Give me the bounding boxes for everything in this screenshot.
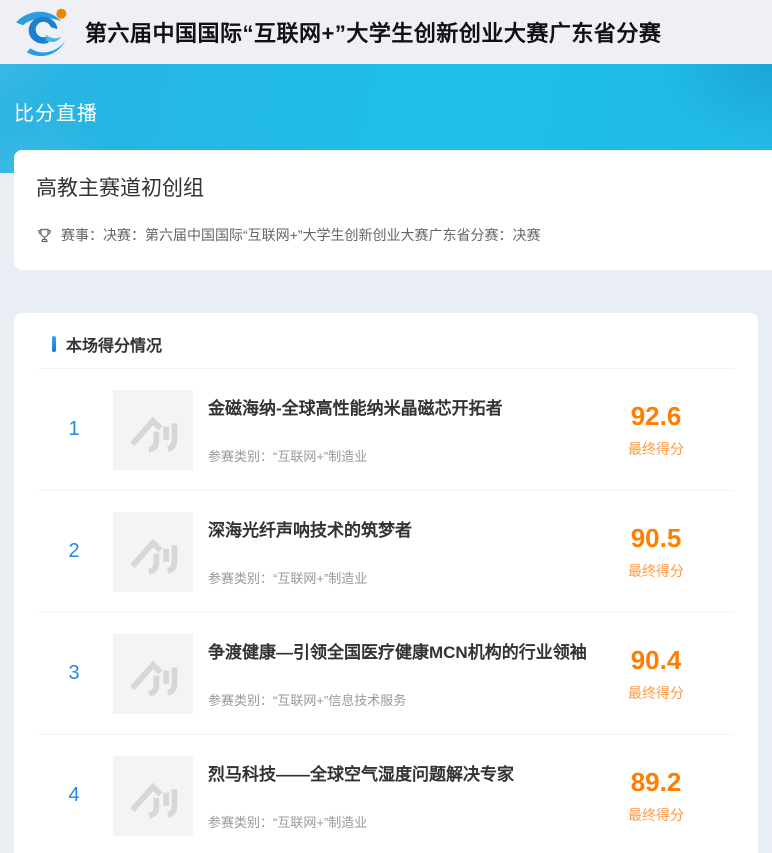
team-info: 金磁海纳-全球高性能纳米晶磁芯开拓者 参赛类别：“互联网+”制造业 (208, 390, 606, 469)
section-accent-bar (52, 336, 56, 352)
rank-number: 4 (52, 784, 96, 807)
team-category: 参赛类别：“互联网+”制造业 (208, 446, 606, 465)
team-placeholder-image (113, 390, 193, 470)
score-card: 本场得分情况 1 金磁海纳-全球高性能纳米晶磁芯开拓者 参赛类别：“互联网+”制… (14, 313, 758, 853)
team-category: 参赛类别：“互联网+”制造业 (208, 568, 606, 587)
team-info: 深海光纤声呐技术的筑梦者 参赛类别：“互联网+”制造业 (208, 512, 606, 591)
team-name: 深海光纤声呐技术的筑梦者 (208, 516, 606, 541)
final-score-value: 90.4 (606, 645, 706, 676)
final-score-value: 90.5 (606, 523, 706, 554)
final-score-label: 最终得分 (606, 439, 706, 459)
placeholder-glyph-icon (120, 641, 186, 707)
score-block: 89.2 最终得分 (606, 767, 706, 825)
session-card: 高教主赛道初创组 赛事：决赛：第六届中国国际“互联网+”大学生创新创业大赛广东省… (14, 150, 772, 270)
team-name: 争渡健康—引领全国医疗健康MCN机构的行业领袖 (208, 638, 606, 663)
event-line: 赛事：决赛：第六届中国国际“互联网+”大学生创新创业大赛广东省分赛：决赛 (36, 225, 748, 245)
score-block: 90.5 最终得分 (606, 523, 706, 581)
placeholder-glyph-icon (120, 397, 186, 463)
team-row[interactable]: 1 金磁海纳-全球高性能纳米晶磁芯开拓者 参赛类别：“互联网+”制造业 92.6… (38, 369, 734, 491)
team-placeholder-image (113, 512, 193, 592)
final-score-label: 最终得分 (606, 561, 706, 581)
final-score-value: 89.2 (606, 767, 706, 798)
event-line-text: 赛事：决赛：第六届中国国际“互联网+”大学生创新创业大赛广东省分赛：决赛 (61, 225, 541, 245)
banner-title: 比分直播 (14, 97, 98, 126)
team-row[interactable]: 4 烈马科技——全球空气湿度问题解决专家 参赛类别：“互联网+”制造业 89.2… (38, 735, 734, 853)
placeholder-glyph-icon (120, 519, 186, 585)
app-header: 第六届中国国际“互联网+”大学生创新创业大赛广东省分赛 (0, 0, 772, 64)
competition-logo-icon (13, 6, 75, 58)
rank-number: 2 (52, 540, 96, 563)
final-score-value: 92.6 (606, 401, 706, 432)
rank-number: 3 (52, 662, 96, 685)
final-score-label: 最终得分 (606, 805, 706, 825)
trophy-icon (36, 227, 53, 244)
score-block: 90.4 最终得分 (606, 645, 706, 703)
team-category: 参赛类别：“互联网+”信息技术服务 (208, 690, 606, 709)
team-row[interactable]: 3 争渡健康—引领全国医疗健康MCN机构的行业领袖 参赛类别：“互联网+”信息技… (38, 613, 734, 735)
score-block: 92.6 最终得分 (606, 401, 706, 459)
team-row[interactable]: 2 深海光纤声呐技术的筑梦者 参赛类别：“互联网+”制造业 90.5 最终得分 (38, 491, 734, 613)
team-info: 争渡健康—引领全国医疗健康MCN机构的行业领袖 参赛类别：“互联网+”信息技术服… (208, 634, 606, 713)
session-title: 高教主赛道初创组 (36, 172, 748, 202)
team-name: 金磁海纳-全球高性能纳米晶磁芯开拓者 (208, 394, 606, 419)
section-header: 本场得分情况 (38, 313, 734, 368)
team-placeholder-image (113, 634, 193, 714)
team-info: 烈马科技——全球空气湿度问题解决专家 参赛类别：“互联网+”制造业 (208, 756, 606, 835)
team-category: 参赛类别：“互联网+”制造业 (208, 812, 606, 831)
placeholder-glyph-icon (120, 763, 186, 829)
team-placeholder-image (113, 756, 193, 836)
final-score-label: 最终得分 (606, 683, 706, 703)
page-title: 第六届中国国际“互联网+”大学生创新创业大赛广东省分赛 (85, 16, 661, 48)
team-name: 烈马科技——全球空气湿度问题解决专家 (208, 760, 606, 785)
rank-number: 1 (52, 418, 96, 441)
section-title: 本场得分情况 (66, 332, 162, 356)
